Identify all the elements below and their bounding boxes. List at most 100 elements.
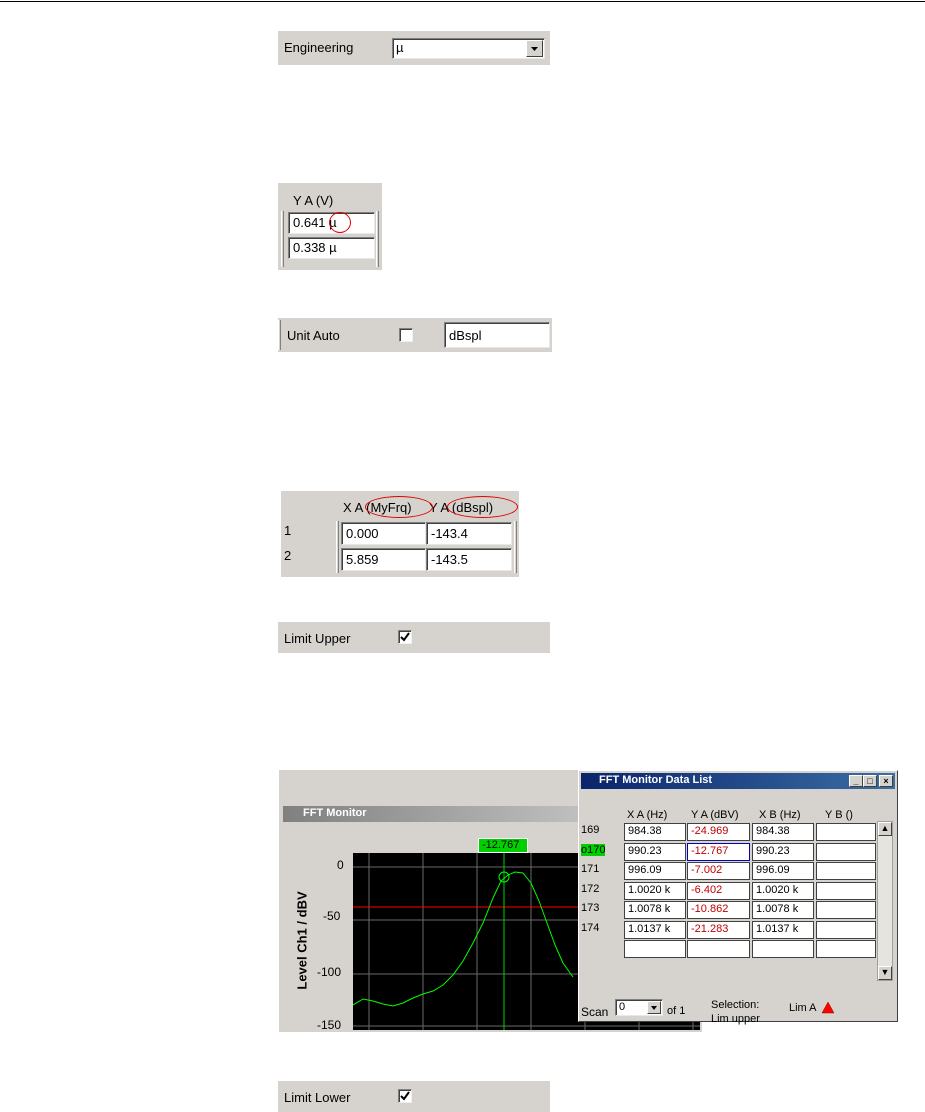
data-cell-xb[interactable]: 1.0078 k	[752, 901, 814, 919]
y-a-value-2: -143.5	[431, 552, 468, 567]
data-cell-yb[interactable]	[816, 901, 876, 919]
limit-upper-row: Limit Upper	[278, 622, 550, 653]
data-cell-xb[interactable]: 1.0020 k	[752, 881, 814, 900]
checkmark-icon	[400, 632, 410, 642]
minimize-button[interactable]: _	[849, 775, 863, 787]
data-cell-yb[interactable]	[816, 862, 876, 880]
data-cell-xa[interactable]: 1.0137 k	[624, 920, 686, 939]
fft-monitor-title: FFT Monitor	[303, 807, 367, 819]
unit-auto-input[interactable]: dBspl	[444, 322, 550, 348]
ya-volt-panel: Y A (V) 0.641 µ 0.338 µ	[278, 183, 382, 270]
y-a-cell-2[interactable]: -143.5	[426, 548, 512, 571]
fft-monitor-titlebar: FFT Monitor	[283, 806, 583, 822]
x-a-cell-2[interactable]: 5.859	[341, 548, 426, 571]
data-cell-xa[interactable]: 996.09	[624, 862, 686, 880]
unit-highlight-ring	[365, 496, 433, 518]
unit-auto-label: Unit Auto	[287, 328, 340, 343]
engineering-value: µ	[396, 40, 404, 55]
engineering-select[interactable]: µ	[392, 38, 545, 59]
data-cell-ya[interactable]: -7.002	[687, 862, 750, 880]
data-cell-yb[interactable]	[816, 823, 876, 841]
column-header: Y B ()	[825, 809, 853, 821]
data-cell-yb[interactable]	[816, 881, 876, 900]
unit-highlight-ring	[447, 496, 518, 518]
y-tick: -150	[317, 1018, 342, 1032]
engineering-dropdown-button[interactable]	[526, 40, 543, 57]
row-number: o170	[581, 843, 606, 856]
data-cell-ya[interactable]: -21.283	[687, 920, 750, 939]
unit-auto-value: dBspl	[449, 328, 482, 343]
x-a-cell-1[interactable]: 0.000	[341, 522, 426, 545]
column-header: Y A (dBV)	[691, 809, 739, 821]
custom-unit-table: X A (MyFrq) Y A (dBspl) 1 2 0.000 -143.4…	[281, 491, 519, 577]
scroll-down-button[interactable]: ▼	[878, 966, 892, 980]
row-number: 174	[581, 921, 600, 934]
chevron-down-icon	[651, 1006, 657, 1010]
scroll-up-button[interactable]: ▲	[878, 822, 892, 836]
limit-lower-checkbox[interactable]	[398, 1089, 412, 1103]
separator	[376, 211, 379, 267]
data-cell-xa[interactable]: 1.0078 k	[624, 901, 686, 919]
row-number: 1	[284, 523, 292, 538]
data-cell-xa[interactable]: 1.0020 k	[624, 881, 686, 900]
maximize-button[interactable]: □	[863, 775, 877, 787]
separator	[514, 521, 517, 573]
data-cell-yb[interactable]	[816, 842, 876, 861]
scan-label: Scan	[581, 1005, 609, 1019]
scan-value: 0	[619, 1001, 626, 1013]
data-cell-ya[interactable]	[687, 940, 750, 958]
selection-label: Selection:	[711, 999, 760, 1011]
engineering-label: Engineering	[284, 40, 354, 55]
data-cell-xb[interactable]: 996.09	[752, 862, 814, 880]
limit-lower-row: Limit Lower	[278, 1081, 550, 1112]
lim-label: Lim A	[789, 1002, 817, 1014]
data-cell-yb[interactable]	[816, 920, 876, 939]
data-cell-xa[interactable]	[624, 940, 686, 958]
row-number: 172	[581, 882, 600, 895]
x-a-value-1: 0.000	[346, 526, 379, 541]
data-cell-xa[interactable]: 990.23	[624, 842, 686, 861]
limit-upper-label: Limit Upper	[284, 631, 351, 646]
data-cell-ya[interactable]: -24.969	[687, 823, 750, 841]
data-cell-xb[interactable]: 1.0137 k	[752, 920, 814, 939]
y-a-value-1: -143.4	[431, 526, 468, 541]
data-cell-ya[interactable]: -6.402	[687, 881, 750, 900]
unit-auto-checkbox[interactable]	[399, 328, 413, 342]
y-tick: -100	[317, 965, 342, 979]
engineering-row: Engineering µ	[278, 31, 550, 65]
unit-auto-row: Unit Auto dBspl	[278, 318, 552, 352]
x-a-value-2: 5.859	[346, 552, 379, 567]
ya-volt-cell-2[interactable]: 0.338 µ	[288, 237, 375, 259]
data-cell-xa[interactable]: 984.38	[624, 823, 686, 841]
row-number: 169	[581, 824, 600, 836]
close-button[interactable]: ×	[879, 775, 893, 787]
data-cell-ya[interactable]: -12.767	[687, 842, 750, 861]
page-top-rule	[0, 1, 925, 2]
data-cell-yb[interactable]	[816, 940, 876, 958]
scan-select[interactable]: 0	[615, 999, 663, 1016]
separator	[281, 211, 284, 267]
data-cell-ya[interactable]: -10.862	[687, 901, 750, 919]
row-number: 171	[581, 863, 600, 875]
scan-dropdown-button[interactable]	[647, 1001, 661, 1014]
row-number: 173	[581, 902, 600, 914]
ya-volt-value-2: 0.338 µ	[293, 240, 337, 255]
data-list-titlebar: FFT Monitor Data List _ □ ×	[581, 773, 895, 789]
y-a-cell-1[interactable]: -143.4	[426, 522, 512, 545]
warning-triangle-icon	[821, 1001, 835, 1014]
separator	[336, 521, 339, 573]
y-axis-label: Level Ch1 / dBV	[294, 891, 310, 990]
data-cell-xb[interactable]: 984.38	[752, 823, 814, 841]
data-list-window: FFT Monitor Data List _ □ × X A (Hz) Y A…	[578, 770, 898, 1025]
data-list-scrollbar[interactable]: ▲ ▼	[877, 821, 893, 981]
fft-y-axis-label: Level Ch1 / dBV	[279, 855, 319, 1030]
limit-upper-checkbox[interactable]	[398, 630, 412, 644]
data-cell-xb[interactable]	[752, 940, 814, 958]
data-list-title: FFT Monitor Data List	[599, 774, 713, 786]
y-tick: 0	[337, 858, 344, 872]
row-number: 2	[284, 548, 292, 563]
checkmark-icon	[400, 1091, 410, 1101]
unit-highlight-ring	[329, 212, 351, 233]
data-cell-xb[interactable]: 990.23	[752, 842, 814, 861]
column-header: X A (Hz)	[627, 809, 668, 821]
